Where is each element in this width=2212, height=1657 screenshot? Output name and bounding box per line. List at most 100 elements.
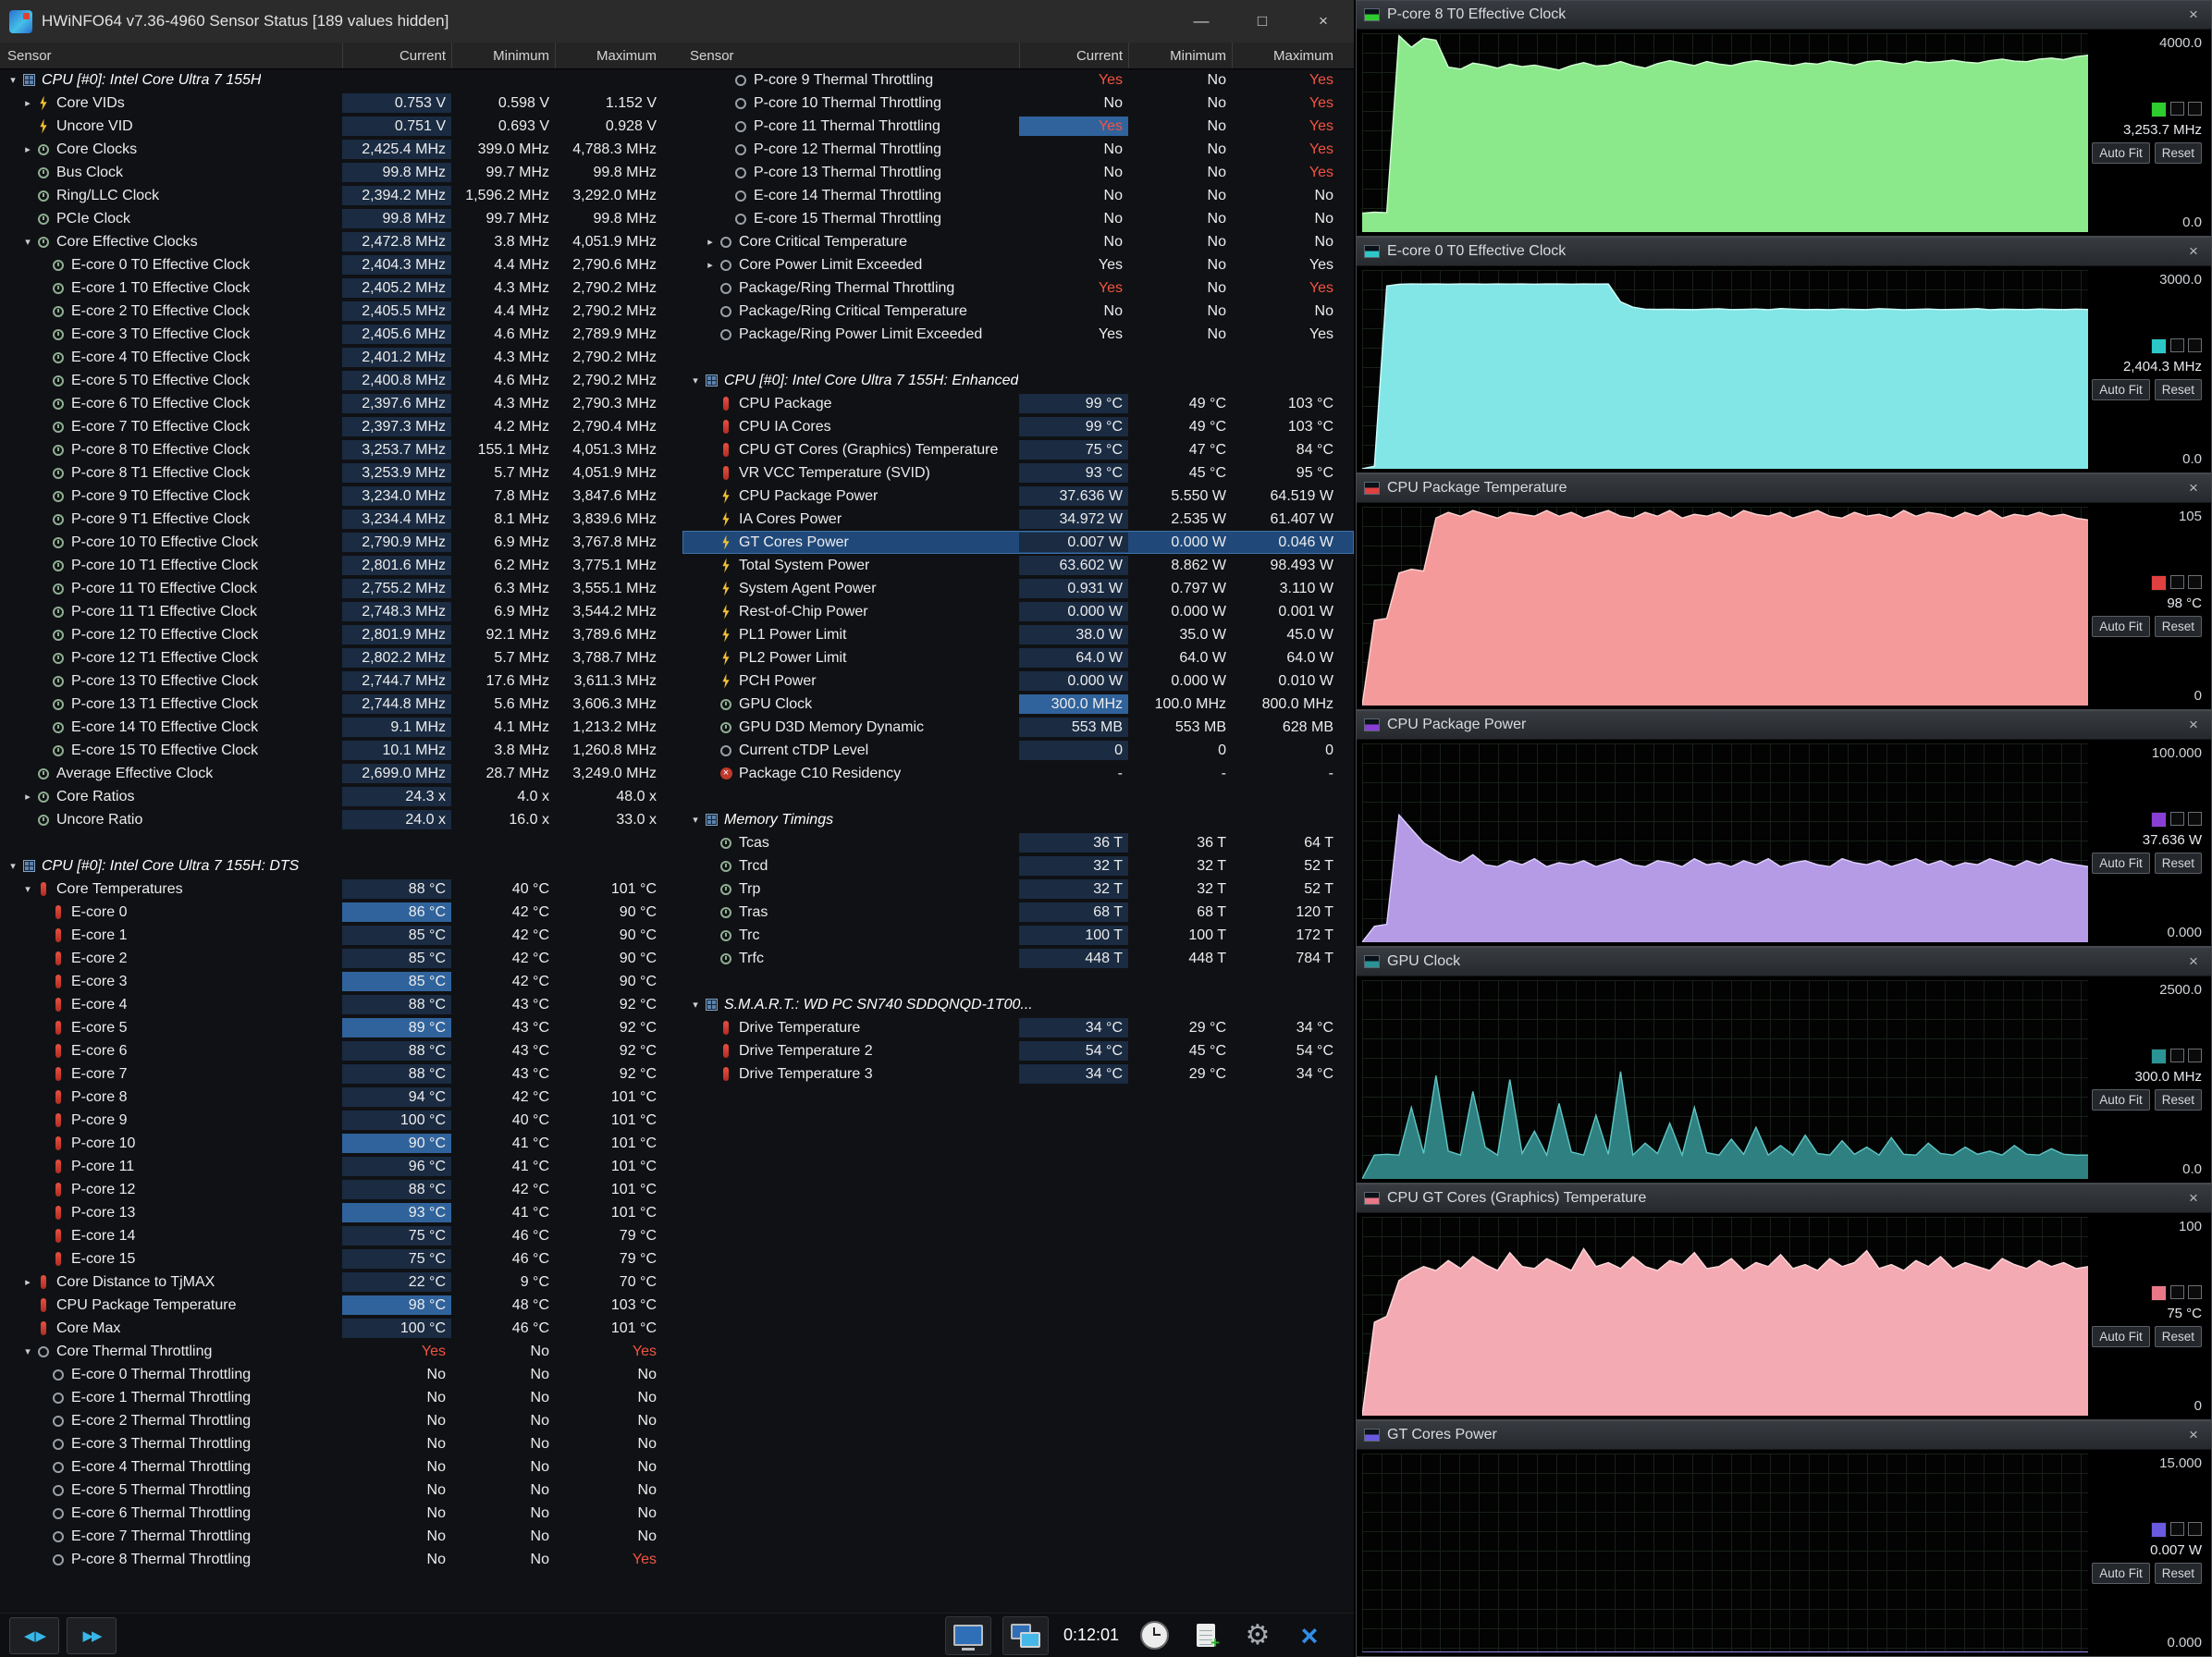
close-icon[interactable]: × bbox=[2183, 1189, 2204, 1208]
sensor-row[interactable]: P-core 11 T0 Effective Clock2,755.2 MHz6… bbox=[0, 577, 677, 600]
expand-arrow-icon[interactable]: ▾ bbox=[6, 74, 20, 86]
reset-button[interactable]: Reset bbox=[2155, 142, 2202, 164]
sensor-row[interactable]: ▾Core Temperatures88 °C40 °C101 °C bbox=[0, 878, 677, 901]
color-swatch[interactable] bbox=[2151, 812, 2167, 828]
sensor-row[interactable]: P-core 1196 °C41 °C101 °C bbox=[0, 1155, 677, 1178]
sensor-row[interactable]: Trp32 T32 T52 T bbox=[682, 878, 1354, 901]
close-icon[interactable]: × bbox=[2183, 242, 2204, 261]
sensor-row[interactable]: E-core 2 T0 Effective Clock2,405.5 MHz4.… bbox=[0, 300, 677, 323]
nav-arrows-button[interactable]: ◀ ▶ bbox=[9, 1617, 59, 1654]
close-icon[interactable]: × bbox=[2183, 716, 2204, 734]
expand-arrow-icon[interactable]: ▾ bbox=[20, 883, 35, 895]
reset-button[interactable]: Reset bbox=[2155, 1563, 2202, 1584]
sensor-row[interactable]: PL2 Power Limit64.0 W64.0 W64.0 W bbox=[682, 646, 1354, 669]
legend-box[interactable] bbox=[2188, 338, 2202, 352]
sensor-row[interactable]: Core Max100 °C46 °C101 °C bbox=[0, 1317, 677, 1340]
sensor-row[interactable]: E-core 15 T0 Effective Clock10.1 MHz3.8 … bbox=[0, 739, 677, 762]
sensor-row[interactable]: P-core 9 T0 Effective Clock3,234.0 MHz7.… bbox=[0, 485, 677, 508]
sensor-row[interactable]: ▸Core Clocks2,425.4 MHz399.0 MHz4,788.3 … bbox=[0, 138, 677, 161]
sensor-row[interactable]: Bus Clock99.8 MHz99.7 MHz99.8 MHz bbox=[0, 161, 677, 184]
sensor-row[interactable]: E-core 4 T0 Effective Clock2,401.2 MHz4.… bbox=[0, 346, 677, 369]
auto-fit-button[interactable]: Auto Fit bbox=[2092, 1563, 2150, 1584]
sensor-row[interactable]: E-core 185 °C42 °C90 °C bbox=[0, 924, 677, 947]
sensor-row[interactable]: Tras68 T68 T120 T bbox=[682, 901, 1354, 924]
minimum-column-header[interactable]: Minimum bbox=[1128, 43, 1232, 68]
sensor-row[interactable]: E-core 488 °C43 °C92 °C bbox=[0, 993, 677, 1016]
section-header-row[interactable]: ▾S.M.A.R.T.: WD PC SN740 SDDQNQD-1T00... bbox=[682, 993, 1354, 1016]
color-swatch[interactable] bbox=[2151, 102, 2167, 117]
close-icon[interactable]: × bbox=[2183, 6, 2204, 24]
current-column-header[interactable]: Current bbox=[342, 43, 451, 68]
sensor-row[interactable]: P-core 13 T1 Effective Clock2,744.8 MHz5… bbox=[0, 693, 677, 716]
auto-fit-button[interactable]: Auto Fit bbox=[2092, 1089, 2150, 1111]
auto-fit-button[interactable]: Auto Fit bbox=[2092, 1326, 2150, 1347]
sensor-row[interactable]: Ring/LLC Clock2,394.2 MHz1,596.2 MHz3,29… bbox=[0, 184, 677, 207]
sensor-row[interactable]: CPU Package Temperature98 °C48 °C103 °C bbox=[0, 1294, 677, 1317]
sensor-row[interactable]: P-core 12 T1 Effective Clock2,802.2 MHz5… bbox=[0, 646, 677, 669]
auto-fit-button[interactable]: Auto Fit bbox=[2092, 616, 2150, 637]
sensor-row[interactable]: P-core 12 Thermal ThrottlingNoNoYes bbox=[682, 138, 1354, 161]
sensor-row[interactable]: Trc100 T100 T172 T bbox=[682, 924, 1354, 947]
sensor-column-header[interactable]: Sensor bbox=[682, 43, 1019, 68]
legend-box[interactable] bbox=[2170, 575, 2184, 589]
section-header-row[interactable]: ▾CPU [#0]: Intel Core Ultra 7 155H: Enha… bbox=[682, 369, 1354, 392]
sensor-row[interactable]: System Agent Power0.931 W0.797 W3.110 W bbox=[682, 577, 1354, 600]
sensor-row[interactable]: P-core 11 T1 Effective Clock2,748.3 MHz6… bbox=[0, 600, 677, 623]
sensor-row[interactable]: CPU Package99 °C49 °C103 °C bbox=[682, 392, 1354, 415]
sensor-row[interactable]: E-core 385 °C42 °C90 °C bbox=[0, 970, 677, 993]
legend-box[interactable] bbox=[2170, 102, 2184, 116]
sensor-row[interactable]: ▸Core Power Limit ExceededYesNoYes bbox=[682, 253, 1354, 276]
sensor-row[interactable]: Rest-of-Chip Power0.000 W0.000 W0.001 W bbox=[682, 600, 1354, 623]
close-button[interactable]: × bbox=[1293, 0, 1354, 43]
sensor-row[interactable]: P-core 894 °C42 °C101 °C bbox=[0, 1086, 677, 1109]
sensor-row[interactable]: GT Cores Power0.007 W0.000 W0.046 W bbox=[682, 531, 1354, 554]
graph-titlebar[interactable]: CPU Package Temperature× bbox=[1357, 474, 2211, 503]
sensor-row[interactable]: ▸Core VIDs0.753 V0.598 V1.152 V bbox=[0, 92, 677, 115]
sensor-row[interactable]: PCH Power0.000 W0.000 W0.010 W bbox=[682, 669, 1354, 693]
auto-fit-button[interactable]: Auto Fit bbox=[2092, 379, 2150, 400]
sensor-row[interactable]: Uncore VID0.751 V0.693 V0.928 V bbox=[0, 115, 677, 138]
sensor-row[interactable]: E-core 688 °C43 °C92 °C bbox=[0, 1039, 677, 1062]
graph-titlebar[interactable]: CPU Package Power× bbox=[1357, 711, 2211, 740]
auto-fit-button[interactable]: Auto Fit bbox=[2092, 142, 2150, 164]
sensor-row[interactable]: Tcas36 T36 T64 T bbox=[682, 831, 1354, 854]
expand-arrow-icon[interactable]: ▾ bbox=[20, 236, 35, 248]
sensor-row[interactable]: E-core 4 Thermal ThrottlingNoNoNo bbox=[0, 1455, 677, 1479]
sensor-row[interactable]: P-core 9 Thermal ThrottlingYesNoYes bbox=[682, 68, 1354, 92]
remote-monitor-button[interactable] bbox=[945, 1616, 991, 1655]
sensor-row[interactable]: E-core 0 Thermal ThrottlingNoNoNo bbox=[0, 1363, 677, 1386]
sensor-row[interactable]: P-core 1090 °C41 °C101 °C bbox=[0, 1132, 677, 1155]
section-header-row[interactable]: ▾Memory Timings bbox=[682, 808, 1354, 831]
sensor-row[interactable]: P-core 10 T0 Effective Clock2,790.9 MHz6… bbox=[0, 531, 677, 554]
expand-arrow-icon[interactable]: ▾ bbox=[20, 1345, 35, 1357]
sensor-row[interactable]: E-core 589 °C43 °C92 °C bbox=[0, 1016, 677, 1039]
current-column-header[interactable]: Current bbox=[1019, 43, 1128, 68]
close-icon[interactable]: × bbox=[2183, 479, 2204, 497]
legend-box[interactable] bbox=[2170, 338, 2184, 352]
sensor-row[interactable]: ▸Core Critical TemperatureNoNoNo bbox=[682, 230, 1354, 253]
sensor-row[interactable]: ▾Core Thermal ThrottlingYesNoYes bbox=[0, 1340, 677, 1363]
sensor-row[interactable]: E-core 3 T0 Effective Clock2,405.6 MHz4.… bbox=[0, 323, 677, 346]
maximum-column-header[interactable]: Maximum bbox=[555, 43, 662, 68]
sensor-row[interactable]: Package/Ring Thermal ThrottlingYesNoYes bbox=[682, 276, 1354, 300]
sensor-row[interactable]: IA Cores Power34.972 W2.535 W61.407 W bbox=[682, 508, 1354, 531]
legend-box[interactable] bbox=[2170, 812, 2184, 826]
expand-arrow-icon[interactable]: ▸ bbox=[703, 259, 718, 271]
color-swatch[interactable] bbox=[2151, 1049, 2167, 1064]
legend-box[interactable] bbox=[2170, 1285, 2184, 1299]
legend-box[interactable] bbox=[2188, 1285, 2202, 1299]
close-sensors-button[interactable]: × bbox=[1289, 1617, 1330, 1654]
sensor-row[interactable]: P-core 8 T0 Effective Clock3,253.7 MHz15… bbox=[0, 438, 677, 461]
sensor-row[interactable]: CPU Package Power37.636 W5.550 W64.519 W bbox=[682, 485, 1354, 508]
graph-titlebar[interactable]: GT Cores Power× bbox=[1357, 1421, 2211, 1450]
sensor-row[interactable]: P-core 10 Thermal ThrottlingNoNoYes bbox=[682, 92, 1354, 115]
expand-arrow-icon[interactable]: ▸ bbox=[703, 236, 718, 248]
sensor-row[interactable]: E-core 2 Thermal ThrottlingNoNoNo bbox=[0, 1409, 677, 1432]
sensor-row[interactable]: Drive Temperature 334 °C29 °C34 °C bbox=[682, 1062, 1354, 1086]
color-swatch[interactable] bbox=[2151, 1522, 2167, 1538]
sensor-row[interactable]: ▾Core Effective Clocks2,472.8 MHz3.8 MHz… bbox=[0, 230, 677, 253]
sensor-row[interactable]: Uncore Ratio24.0 x16.0 x33.0 x bbox=[0, 808, 677, 831]
expand-arrow-icon[interactable]: ▸ bbox=[20, 1276, 35, 1288]
reset-button[interactable]: Reset bbox=[2155, 379, 2202, 400]
titlebar[interactable]: HWiNFO64 v7.36-4960 Sensor Status [189 v… bbox=[0, 0, 1354, 43]
